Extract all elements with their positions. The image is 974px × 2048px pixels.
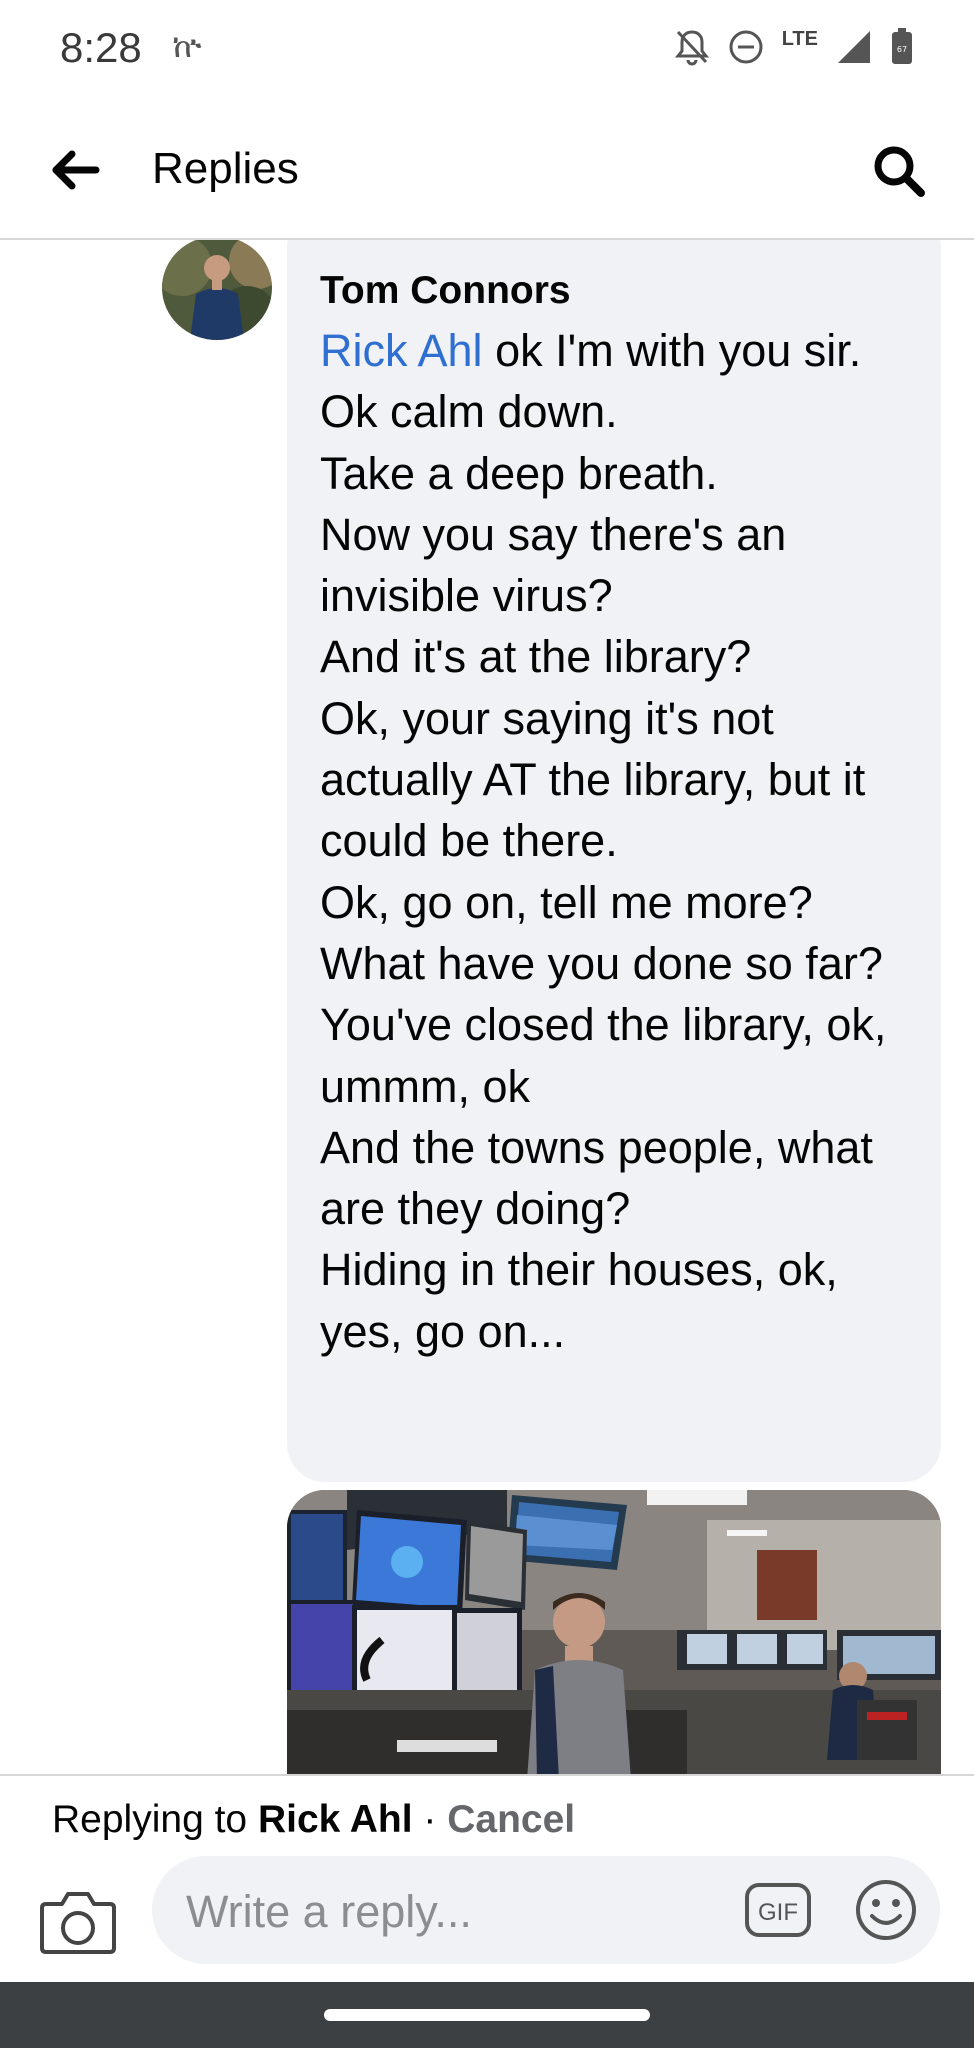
status-glyph: ኵ bbox=[172, 26, 202, 66]
reply-composer: Write a reply... GIF bbox=[0, 1856, 974, 1982]
battery-level: 67 bbox=[897, 45, 907, 54]
home-handle[interactable] bbox=[324, 2009, 650, 2021]
app-header: Replies bbox=[0, 100, 974, 240]
gif-button[interactable]: GIF bbox=[744, 1882, 812, 1938]
gif-label: GIF bbox=[758, 1899, 798, 1926]
reply-context-prefix: Replying to bbox=[52, 1798, 258, 1841]
reply-input-placeholder: Write a reply... bbox=[186, 1886, 472, 1937]
reply-target-name: Rick Ahl bbox=[257, 1798, 413, 1841]
status-icons: LTE 67 bbox=[674, 28, 914, 71]
cancel-reply-button[interactable]: Cancel bbox=[447, 1798, 575, 1841]
status-time: 8:28 bbox=[60, 24, 142, 71]
reply-thread[interactable]: Tom Connors Rick Ahl ok I'm with you sir… bbox=[0, 240, 974, 1774]
reply-input[interactable]: Write a reply... GIF bbox=[152, 1856, 940, 1964]
arrow-left-icon bbox=[52, 150, 100, 190]
status-bar: 8:28 ኵ LTE 67 bbox=[0, 0, 974, 100]
back-button[interactable] bbox=[40, 140, 110, 200]
page-title: Replies bbox=[152, 144, 299, 193]
comment-author[interactable]: Tom Connors bbox=[320, 266, 911, 316]
mention-link[interactable]: Rick Ahl bbox=[320, 325, 483, 376]
comment-body: ok I'm with you sir. Ok calm down. Take … bbox=[320, 325, 887, 1357]
do-not-disturb-icon bbox=[728, 29, 764, 70]
gif-icon: GIF bbox=[745, 1883, 811, 1937]
reply-context-separator: · bbox=[412, 1798, 448, 1841]
signal-icon bbox=[836, 29, 872, 70]
reply-context-text: Replying to Rick Ahl · Cancel bbox=[52, 1798, 575, 1842]
avatar[interactable] bbox=[162, 240, 272, 340]
attached-photo[interactable] bbox=[287, 1490, 941, 1774]
network-label: LTE bbox=[781, 28, 818, 50]
reply-context-bar: Replying to Rick Ahl · Cancel bbox=[0, 1774, 974, 1858]
battery-icon: 67 bbox=[890, 28, 914, 71]
search-button[interactable] bbox=[864, 138, 934, 204]
comment-text: Rick Ahl ok I'm with you sir. Ok calm do… bbox=[320, 320, 911, 1362]
emoji-button[interactable] bbox=[854, 1878, 918, 1942]
camera-button[interactable] bbox=[38, 1884, 118, 1960]
system-nav-bar bbox=[0, 1982, 974, 2048]
search-icon bbox=[874, 146, 925, 197]
comment-bubble[interactable]: Tom Connors Rick Ahl ok I'm with you sir… bbox=[287, 240, 941, 1482]
notifications-off-icon bbox=[674, 28, 710, 71]
smiley-icon bbox=[856, 1880, 916, 1940]
camera-icon bbox=[40, 1892, 116, 1954]
